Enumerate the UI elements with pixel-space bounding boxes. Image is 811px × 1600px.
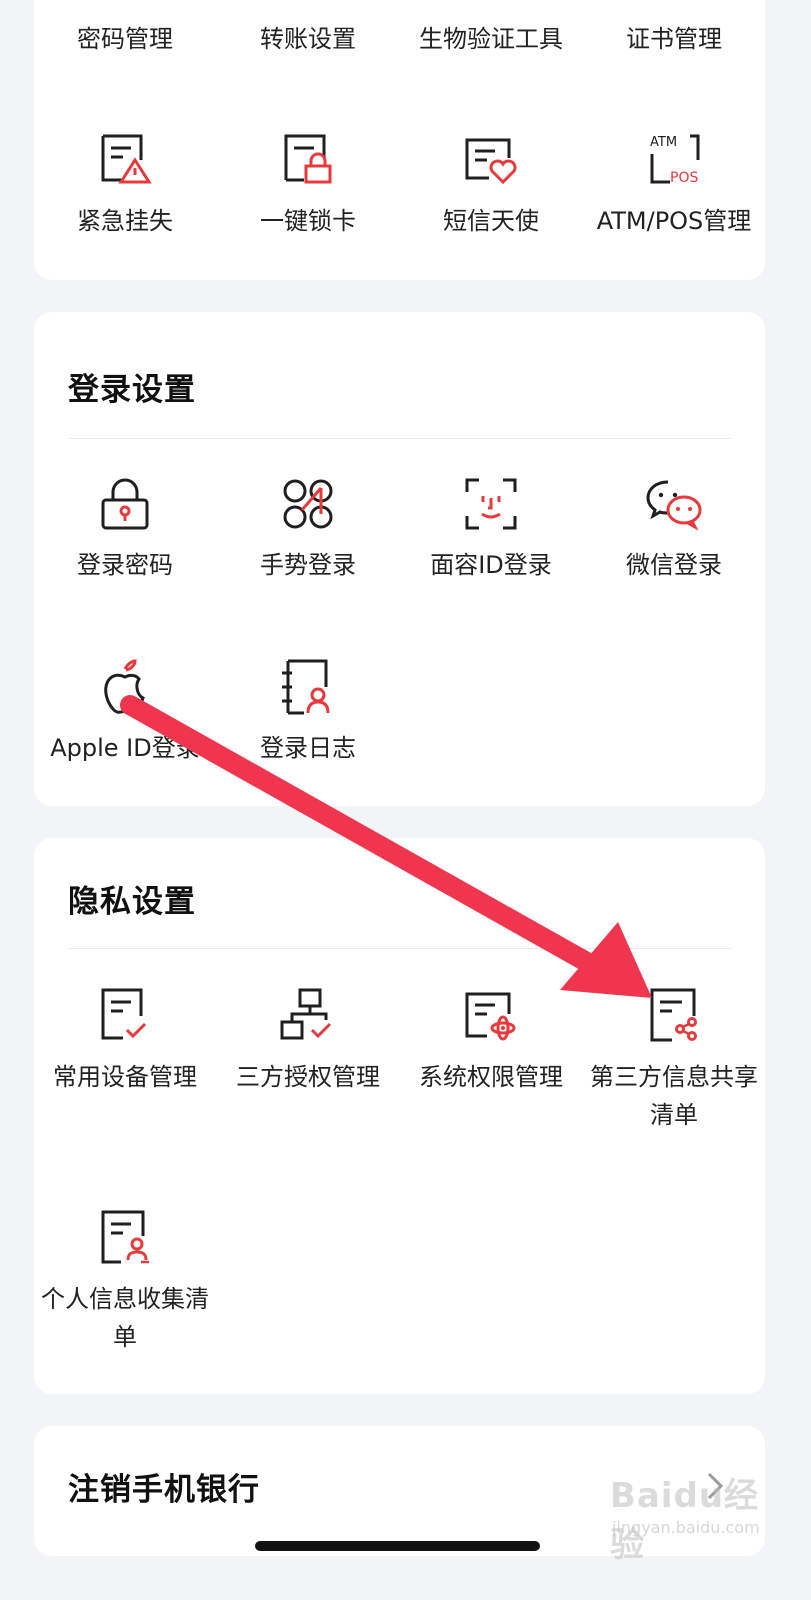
apple-id-login-item[interactable]: Apple ID登录: [34, 657, 216, 767]
atm-text: ATM: [650, 135, 677, 150]
item-label: 短信天使: [443, 207, 539, 235]
cancel-mobile-banking-label: 注销手机银行: [68, 1472, 260, 1508]
doc-warning-icon: [95, 130, 155, 190]
login-log-icon: [278, 657, 338, 717]
system-permission-item[interactable]: 系统权限管理: [400, 986, 582, 1096]
face-id-login-item[interactable]: 面容ID登录: [400, 474, 582, 584]
home-indicator: [255, 1541, 540, 1551]
item-label: 转账设置: [260, 25, 356, 53]
doc-lock-icon: [278, 130, 338, 190]
biometric-tools-item[interactable]: 生物验证工具: [400, 20, 582, 58]
divider: [68, 438, 731, 439]
face-id-icon: [461, 474, 521, 534]
gesture-icon: [278, 474, 338, 534]
item-label: 密码管理: [77, 25, 173, 53]
item-label: 一键锁卡: [260, 207, 356, 235]
share-list-icon: [644, 986, 704, 1046]
privacy-settings-card: 隐私设置 常用设备管理 三方授权管理 系统权限管理 第三方信息共享清单 个人信息…: [34, 838, 765, 1394]
section-title: 登录设置: [68, 372, 196, 408]
item-label: 个人信息收集清单: [41, 1285, 209, 1351]
item-label: 手势登录: [260, 551, 356, 579]
item-label: 三方授权管理: [236, 1063, 380, 1091]
divider: [68, 948, 731, 949]
one-click-lock-card-item[interactable]: 一键锁卡: [217, 130, 399, 240]
transfer-settings-item[interactable]: 转账设置: [217, 20, 399, 58]
item-label: 登录密码: [77, 551, 173, 579]
item-label: 系统权限管理: [419, 1063, 563, 1091]
password-management-item[interactable]: 密码管理: [34, 20, 216, 58]
device-check-icon: [95, 986, 155, 1046]
section-title: 隐私设置: [68, 884, 196, 920]
item-label: Apple ID登录: [50, 734, 200, 762]
device-management-item[interactable]: 常用设备管理: [34, 986, 216, 1096]
item-label: 常用设备管理: [53, 1063, 197, 1091]
cancel-mobile-banking-row[interactable]: 注销手机银行: [34, 1426, 765, 1556]
system-permission-icon: [461, 986, 521, 1046]
third-party-info-sharing-list-item[interactable]: 第三方信息共享清单: [583, 986, 765, 1134]
padlock-icon: [95, 474, 155, 534]
personal-info-icon: [95, 1208, 155, 1268]
gesture-login-item[interactable]: 手势登录: [217, 474, 399, 584]
pos-text: POS: [670, 170, 698, 186]
item-label: 证书管理: [626, 25, 722, 53]
item-label: 登录日志: [260, 734, 356, 762]
wechat-icon: [644, 474, 704, 534]
personal-info-collection-list-item[interactable]: 个人信息收集清单: [34, 1208, 216, 1356]
login-log-item[interactable]: 登录日志: [217, 657, 399, 767]
apple-icon: [95, 657, 155, 717]
item-label: 面容ID登录: [430, 551, 552, 579]
login-password-item[interactable]: 登录密码: [34, 474, 216, 584]
item-label: 微信登录: [626, 551, 722, 579]
login-settings-card: 登录设置 登录密码 手势登录 面容ID登录 微信登录 Apple ID登录 登录…: [34, 312, 765, 806]
doc-heart-icon: [461, 130, 521, 190]
chevron-right-icon: [703, 1466, 729, 1506]
security-tools-card: 密码管理 转账设置 生物验证工具 证书管理 紧急挂失 一键锁卡 短信天使 ATM…: [34, 0, 765, 280]
wechat-login-item[interactable]: 微信登录: [583, 474, 765, 584]
atm-pos-icon: ATM POS: [644, 130, 704, 190]
certificate-management-item[interactable]: 证书管理: [583, 20, 765, 58]
item-label: 第三方信息共享清单: [590, 1063, 758, 1129]
item-label: 生物验证工具: [419, 25, 563, 53]
emergency-loss-report-item[interactable]: 紧急挂失: [34, 130, 216, 240]
item-label: ATM/POS管理: [596, 207, 752, 235]
sms-angel-item[interactable]: 短信天使: [400, 130, 582, 240]
atm-pos-management-item[interactable]: ATM POS ATM/POS管理: [583, 130, 765, 240]
third-party-authorization-item[interactable]: 三方授权管理: [217, 986, 399, 1096]
authorization-icon: [278, 986, 338, 1046]
item-label: 紧急挂失: [77, 207, 173, 235]
